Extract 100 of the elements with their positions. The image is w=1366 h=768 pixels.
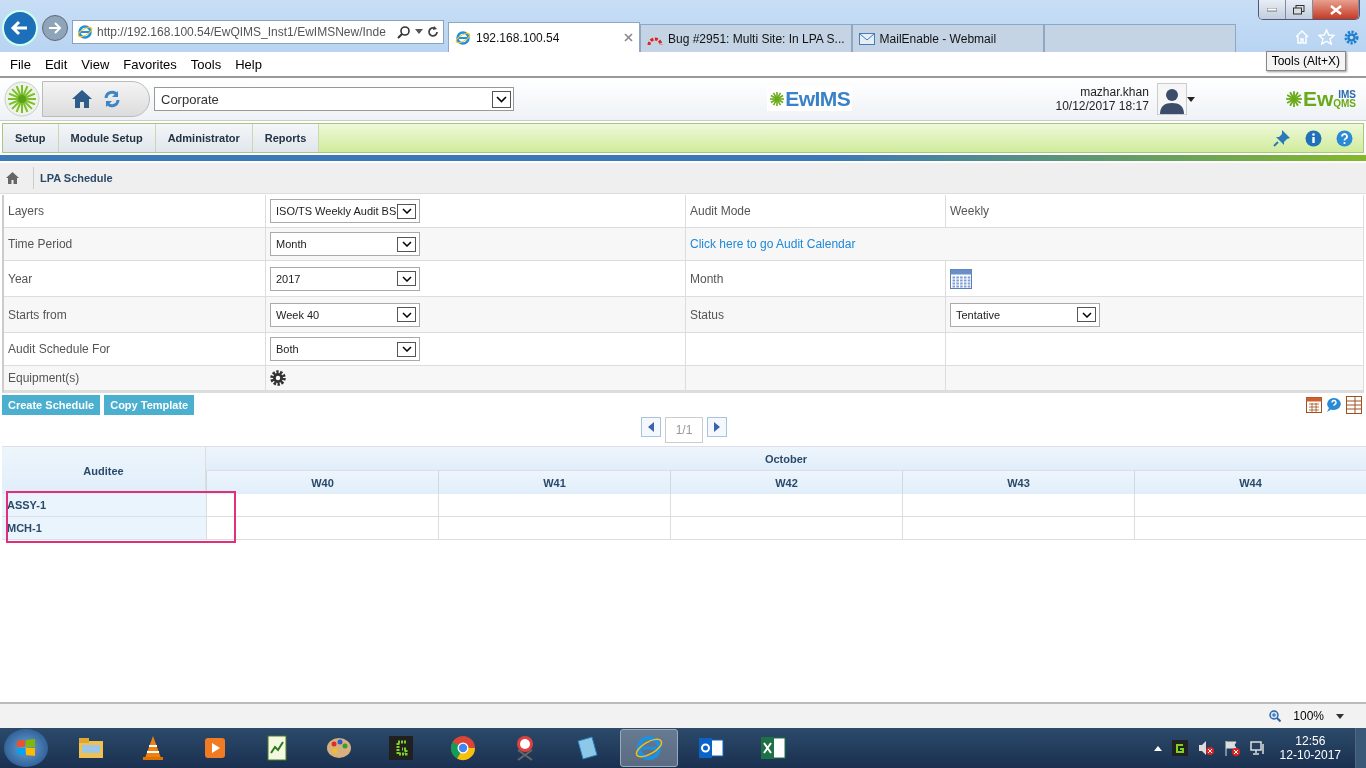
field-label: Starts from — [8, 307, 67, 322]
field-label: Audit Schedule For — [8, 342, 111, 356]
user-name: mazhar.khan — [1080, 85, 1149, 99]
dropdown-icon[interactable] — [397, 203, 416, 219]
date-time: 10/12/2017 18:17 — [1055, 99, 1149, 113]
field-label: Time Period — [8, 237, 73, 251]
table-icon[interactable] — [1306, 397, 1322, 413]
column-header: Auditee — [2, 446, 206, 494]
nav-item[interactable]: Setup — [3, 124, 59, 152]
restore-button[interactable] — [1286, 0, 1313, 19]
nav-item[interactable]: Administrator — [155, 124, 253, 152]
select-field[interactable]: Tentative — [950, 302, 1100, 327]
help-bubble-icon[interactable] — [1326, 397, 1342, 413]
pin-icon[interactable] — [1273, 129, 1291, 147]
settings-icon[interactable] — [1343, 29, 1360, 46]
browser-icon — [448, 733, 478, 763]
info-icon[interactable] — [1305, 129, 1322, 147]
tooltip: Tools (Alt+X) — [1265, 51, 1346, 71]
column-header: W43 — [902, 470, 1134, 494]
page-indicator: 1/1 — [664, 417, 704, 443]
menu-item[interactable]: File — [3, 56, 38, 72]
star-icon[interactable] — [1318, 29, 1335, 45]
dropdown-icon[interactable] — [397, 271, 416, 286]
dropdown-icon[interactable] — [415, 29, 423, 35]
caret-icon[interactable] — [1153, 745, 1162, 751]
forward-arrow-icon — [47, 20, 63, 36]
home-icon[interactable] — [6, 172, 19, 184]
menu-item[interactable]: Tools — [183, 56, 229, 72]
zoom-icon[interactable] — [1269, 710, 1282, 722]
dropdown-icon[interactable] — [1077, 307, 1096, 322]
page-title: LPA Schedule — [40, 172, 113, 184]
close-icon[interactable] — [624, 33, 633, 42]
column-header: W40 — [206, 470, 438, 494]
field-label: Layers — [8, 204, 45, 218]
nav-item[interactable]: Module Setup — [58, 124, 156, 152]
nav-item[interactable]: Reports — [252, 124, 320, 152]
tray-app-icon[interactable] — [1171, 740, 1188, 756]
close-button[interactable] — [1313, 0, 1359, 19]
menu-item[interactable]: Edit — [37, 56, 75, 72]
column-header: October — [206, 446, 1366, 470]
table-cell: ASSY-1 — [2, 494, 206, 517]
browser-icon — [77, 24, 93, 40]
help-icon[interactable] — [1336, 129, 1353, 147]
column-header: W44 — [1134, 470, 1366, 494]
field-label: Audit Mode — [690, 204, 751, 218]
address-bar[interactable]: http://192.168.100.54/EwQIMS_Inst1/EwIMSNew/Inde — [72, 20, 444, 44]
browser-tab[interactable]: MailEnable - Webmail — [851, 24, 1044, 52]
select-field[interactable]: Month — [270, 232, 420, 256]
home-icon[interactable] — [71, 89, 93, 109]
minimize-icon — [1267, 7, 1277, 12]
browser-tab[interactable]: Bug #2951: Multi Site: In LPA S... — [640, 24, 852, 52]
search-icon[interactable] — [397, 25, 411, 39]
start-button[interactable] — [4, 729, 48, 767]
calendar-icon[interactable] — [950, 268, 972, 289]
select-field[interactable]: Week 40 — [270, 302, 420, 327]
column-header: W42 — [670, 470, 902, 494]
app-icon — [386, 733, 416, 763]
field-label: Equipment(s) — [8, 371, 80, 385]
menu-item[interactable]: Favorites — [116, 56, 184, 72]
previous-page-button[interactable] — [640, 417, 661, 437]
menu-item[interactable]: View — [74, 56, 117, 72]
menu-item[interactable]: Help — [228, 56, 269, 72]
restore-icon — [1293, 4, 1305, 15]
table-cell: MCH-1 — [2, 517, 206, 540]
browser-tab[interactable]: 192.168.100.54 — [448, 22, 640, 52]
speaker-muted-icon[interactable] — [1197, 740, 1214, 756]
browser-icon — [634, 733, 664, 763]
refresh-icon[interactable] — [427, 25, 439, 39]
calendar-link[interactable]: Click here to go Audit Calendar — [690, 237, 856, 251]
columns-icon[interactable] — [1346, 396, 1362, 414]
gear-icon[interactable] — [270, 370, 286, 386]
field-label: Status — [690, 307, 725, 322]
caret-icon[interactable] — [1186, 96, 1195, 102]
dropdown-icon[interactable] — [397, 307, 416, 322]
column-header: W41 — [438, 470, 670, 494]
flag-icon[interactable] — [1223, 740, 1240, 756]
dropdown-icon[interactable] — [1336, 713, 1344, 719]
sun-logo-icon[interactable] — [4, 81, 40, 117]
avatar-icon[interactable] — [1156, 83, 1187, 115]
left-triangle-icon — [647, 422, 654, 432]
dropdown-icon[interactable] — [397, 341, 416, 357]
clock[interactable]: 12:56 12-10-2017 — [1275, 734, 1345, 762]
field-value: Weekly — [950, 204, 990, 218]
envelope-icon — [858, 32, 875, 45]
right-triangle-icon — [714, 422, 721, 432]
app-logo: EwIMS — [767, 87, 853, 111]
zoom-level[interactable]: 100% — [1293, 709, 1324, 723]
back-button[interactable] — [2, 10, 38, 46]
site-dropdown[interactable]: Corporate — [154, 87, 514, 111]
dropdown-icon[interactable] — [397, 236, 416, 252]
next-page-button[interactable] — [707, 417, 728, 437]
field-label: Year — [8, 271, 33, 286]
network-icon[interactable] — [1249, 740, 1266, 756]
select-field[interactable]: Both — [270, 337, 420, 361]
forward-button[interactable] — [42, 15, 68, 41]
browser-icon — [455, 29, 471, 46]
select-field[interactable]: ISO/TS Weekly Audit BS — [270, 199, 420, 223]
select-field[interactable]: 2017 — [270, 266, 420, 291]
dropdown-icon[interactable] — [492, 90, 511, 108]
field-label: Month — [690, 271, 724, 286]
